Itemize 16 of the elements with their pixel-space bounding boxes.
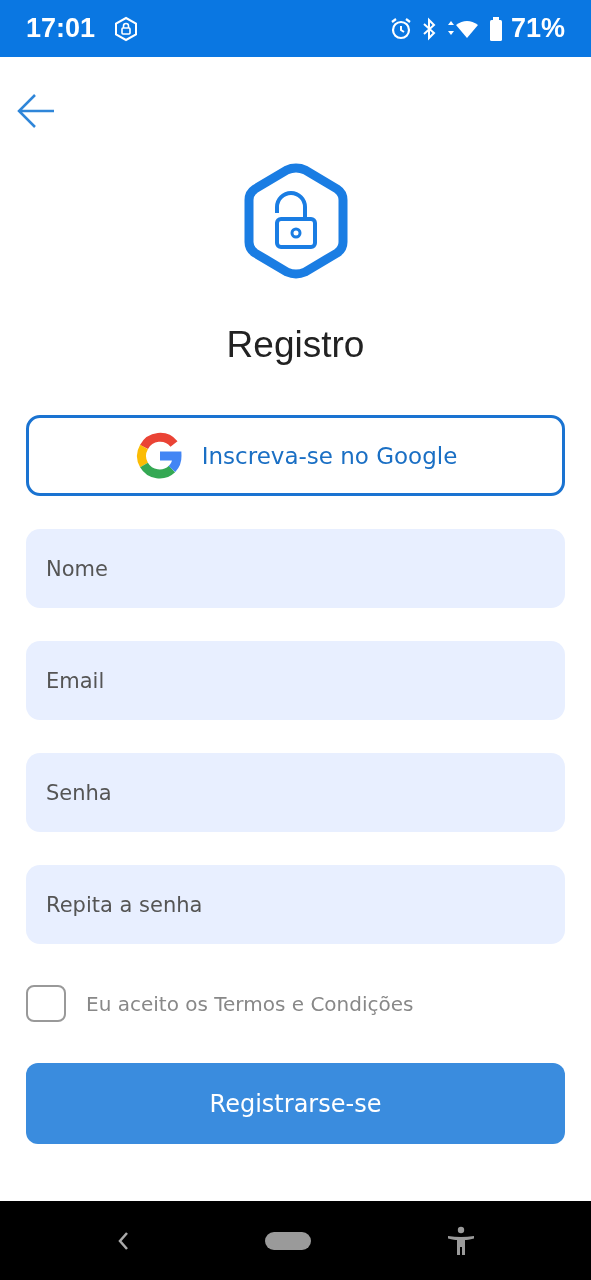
accessibility-icon[interactable] bbox=[447, 1225, 476, 1256]
input-field[interactable]: Email bbox=[26, 641, 565, 721]
terms-checkbox[interactable] bbox=[26, 985, 66, 1023]
home-pill-icon[interactable] bbox=[265, 1231, 312, 1250]
battery-icon bbox=[488, 15, 503, 42]
status-time: 17:01 bbox=[26, 12, 96, 46]
register-button[interactable]: Registrarse-se bbox=[26, 1063, 565, 1145]
google-signup-button[interactable]: Inscreva-se no Google bbox=[26, 415, 565, 497]
battery-percentage: 71% bbox=[510, 12, 565, 46]
page-title: Registro bbox=[226, 323, 365, 367]
input-field[interactable]: Nome bbox=[26, 529, 565, 609]
input-field[interactable]: Senha bbox=[26, 753, 565, 833]
terms-label: Eu aceito os Termos e Condições bbox=[86, 990, 414, 1018]
back-arrow-icon[interactable] bbox=[17, 93, 55, 129]
input-field[interactable]: Repita a senha bbox=[26, 865, 565, 945]
lock-shield-icon bbox=[113, 15, 140, 42]
